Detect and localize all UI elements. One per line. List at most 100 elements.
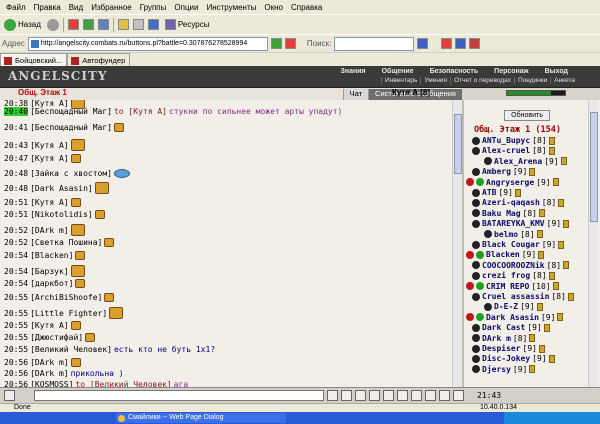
user-list-item[interactable]: Dark Cast [9]: [472, 323, 550, 332]
message-nick[interactable]: [Кутя А]: [30, 141, 69, 150]
refresh-icon[interactable]: [82, 19, 94, 30]
user-info-icon[interactable]: [538, 209, 545, 218]
message-nick[interactable]: [Nikotolidis]: [30, 210, 93, 219]
user-name[interactable]: Baku Mag: [482, 209, 521, 218]
user-list-item[interactable]: Azeri-qaqash [8]: [472, 198, 565, 207]
message-nick[interactable]: [даркбот]: [30, 279, 73, 288]
message-nick[interactable]: [Джюстифай]: [30, 333, 83, 342]
search-options-icon[interactable]: [441, 38, 453, 49]
menu-item[interactable]: Справка: [287, 3, 326, 12]
user-list-item[interactable]: Baku Mag [8]: [472, 209, 545, 218]
user-info-icon[interactable]: [548, 271, 555, 280]
user-name[interactable]: CRIM REPO: [486, 282, 529, 291]
message-nick[interactable]: [Little Fighter]: [30, 309, 107, 318]
user-list-item[interactable]: D-E-Z [9]: [484, 302, 543, 311]
taskbar-item-smiles-dialog[interactable]: Смайлики -- Web Page Dialog: [116, 413, 286, 423]
message-nick[interactable]: [Беспощадный Маг]: [30, 123, 112, 132]
favorites-icon[interactable]: [117, 19, 129, 30]
user-info-icon[interactable]: [538, 344, 545, 353]
message-recipient[interactable]: to [Кутя А]: [114, 107, 167, 116]
user-list-item[interactable]: Alex_Arena [9]: [484, 157, 567, 166]
undo-icon[interactable]: [147, 19, 159, 30]
address-close-icon[interactable]: [284, 38, 296, 49]
user-name[interactable]: COOCOOROOZNik: [482, 261, 545, 270]
forward-button[interactable]: [46, 18, 59, 31]
user-name[interactable]: Alex-cruel: [482, 146, 530, 155]
message-nick[interactable]: [Барзук]: [30, 267, 69, 276]
user-info-icon[interactable]: [552, 282, 559, 291]
game-submenu-item[interactable]: Отчет о переводах: [450, 77, 514, 84]
user-list-item[interactable]: crezi frog [8]: [472, 271, 555, 280]
user-name[interactable]: Amberg: [482, 167, 511, 176]
game-menu-item[interactable]: Безопасность: [422, 68, 487, 75]
help-icon[interactable]: [453, 390, 464, 401]
user-list-item[interactable]: belmo [8]: [484, 230, 543, 239]
user-list-item[interactable]: BATAREYKA_KMV [9]: [472, 219, 570, 228]
user-info-icon[interactable]: [560, 157, 567, 166]
user-info-icon[interactable]: [529, 167, 536, 176]
user-info-icon[interactable]: [536, 302, 543, 311]
game-menu-item[interactable]: Знания: [332, 68, 373, 75]
user-name[interactable]: BATAREYKA_KMV: [482, 219, 545, 228]
message-nick[interactable]: [DArk m]: [30, 226, 69, 235]
user-name[interactable]: ANTu_Bupyc: [482, 136, 530, 145]
user-name[interactable]: Dark Cast: [482, 323, 525, 332]
go-icon[interactable]: [270, 38, 282, 49]
menu-item[interactable]: Окно: [260, 3, 287, 12]
user-info-icon[interactable]: [548, 354, 555, 363]
game-submenu-item[interactable]: Умения: [420, 77, 450, 84]
user-info-icon[interactable]: [548, 136, 555, 145]
chat-message-input[interactable]: [34, 390, 324, 401]
user-list-item[interactable]: COOCOOROOZNik [8]: [472, 261, 570, 270]
user-name[interactable]: Disc-Jokey: [482, 354, 530, 363]
chat-settings-icon[interactable]: [4, 390, 15, 401]
user-info-icon[interactable]: [548, 146, 555, 155]
user-name[interactable]: D-E-Z: [494, 302, 518, 311]
menu-item[interactable]: Избранное: [87, 3, 136, 12]
menu-item[interactable]: Инструменты: [202, 3, 260, 12]
chat-scrollbar[interactable]: [452, 100, 462, 387]
back-button[interactable]: Назад: [2, 17, 43, 33]
home-icon[interactable]: [97, 19, 109, 30]
user-list-item[interactable]: Disc-Jokey [9]: [472, 354, 555, 363]
user-list-item[interactable]: Djersy [9]: [472, 365, 536, 374]
user-info-icon[interactable]: [563, 261, 570, 270]
user-info-icon[interactable]: [557, 313, 564, 322]
game-menu-item[interactable]: Общение: [374, 68, 422, 75]
user-list-item[interactable]: Blacken [9]: [466, 250, 545, 259]
search-go-icon[interactable]: [417, 38, 429, 49]
user-info-icon[interactable]: [552, 178, 559, 187]
user-list-item[interactable]: CRIM REPO [10]: [466, 282, 559, 291]
user-name[interactable]: Blacken: [486, 250, 520, 259]
translit-icon[interactable]: [355, 390, 366, 401]
tab-chat[interactable]: Чат: [342, 89, 369, 100]
smiles-icon[interactable]: [383, 390, 394, 401]
user-name[interactable]: DArk m: [482, 334, 511, 343]
game-menu-item[interactable]: Персонаж: [486, 68, 536, 75]
message-nick[interactable]: [Кутя А]: [30, 154, 69, 163]
user-info-icon[interactable]: [529, 365, 536, 374]
scroll-thumb[interactable]: [590, 112, 598, 222]
message-nick[interactable]: [DArk m]: [30, 369, 69, 378]
history-icon[interactable]: [132, 19, 144, 30]
sound-icon[interactable]: [397, 390, 408, 401]
user-info-icon[interactable]: [558, 198, 565, 207]
stop-icon[interactable]: [67, 19, 79, 30]
user-list-item[interactable]: ATB [9]: [472, 188, 521, 197]
user-info-icon[interactable]: [543, 323, 550, 332]
user-info-icon[interactable]: [538, 250, 545, 259]
user-info-icon[interactable]: [567, 292, 574, 301]
user-info-icon[interactable]: [558, 240, 565, 249]
resources-button[interactable]: Ресурсы: [163, 17, 212, 33]
menu-item[interactable]: Группы: [136, 3, 171, 12]
clear-icon[interactable]: [341, 390, 352, 401]
user-name[interactable]: Black Cougar: [482, 240, 540, 249]
save-icon[interactable]: [455, 38, 467, 49]
user-list-item[interactable]: DArk m [8]: [472, 334, 536, 343]
user-name[interactable]: Angryserge: [486, 178, 534, 187]
user-info-icon[interactable]: [563, 219, 570, 228]
user-list-item[interactable]: Black Cougar [9]: [472, 240, 565, 249]
tab-autofunder[interactable]: Автофундер: [67, 53, 131, 66]
message-nick[interactable]: [ArchiBiShoofe]: [30, 293, 102, 302]
menu-item[interactable]: Файл: [2, 3, 30, 12]
